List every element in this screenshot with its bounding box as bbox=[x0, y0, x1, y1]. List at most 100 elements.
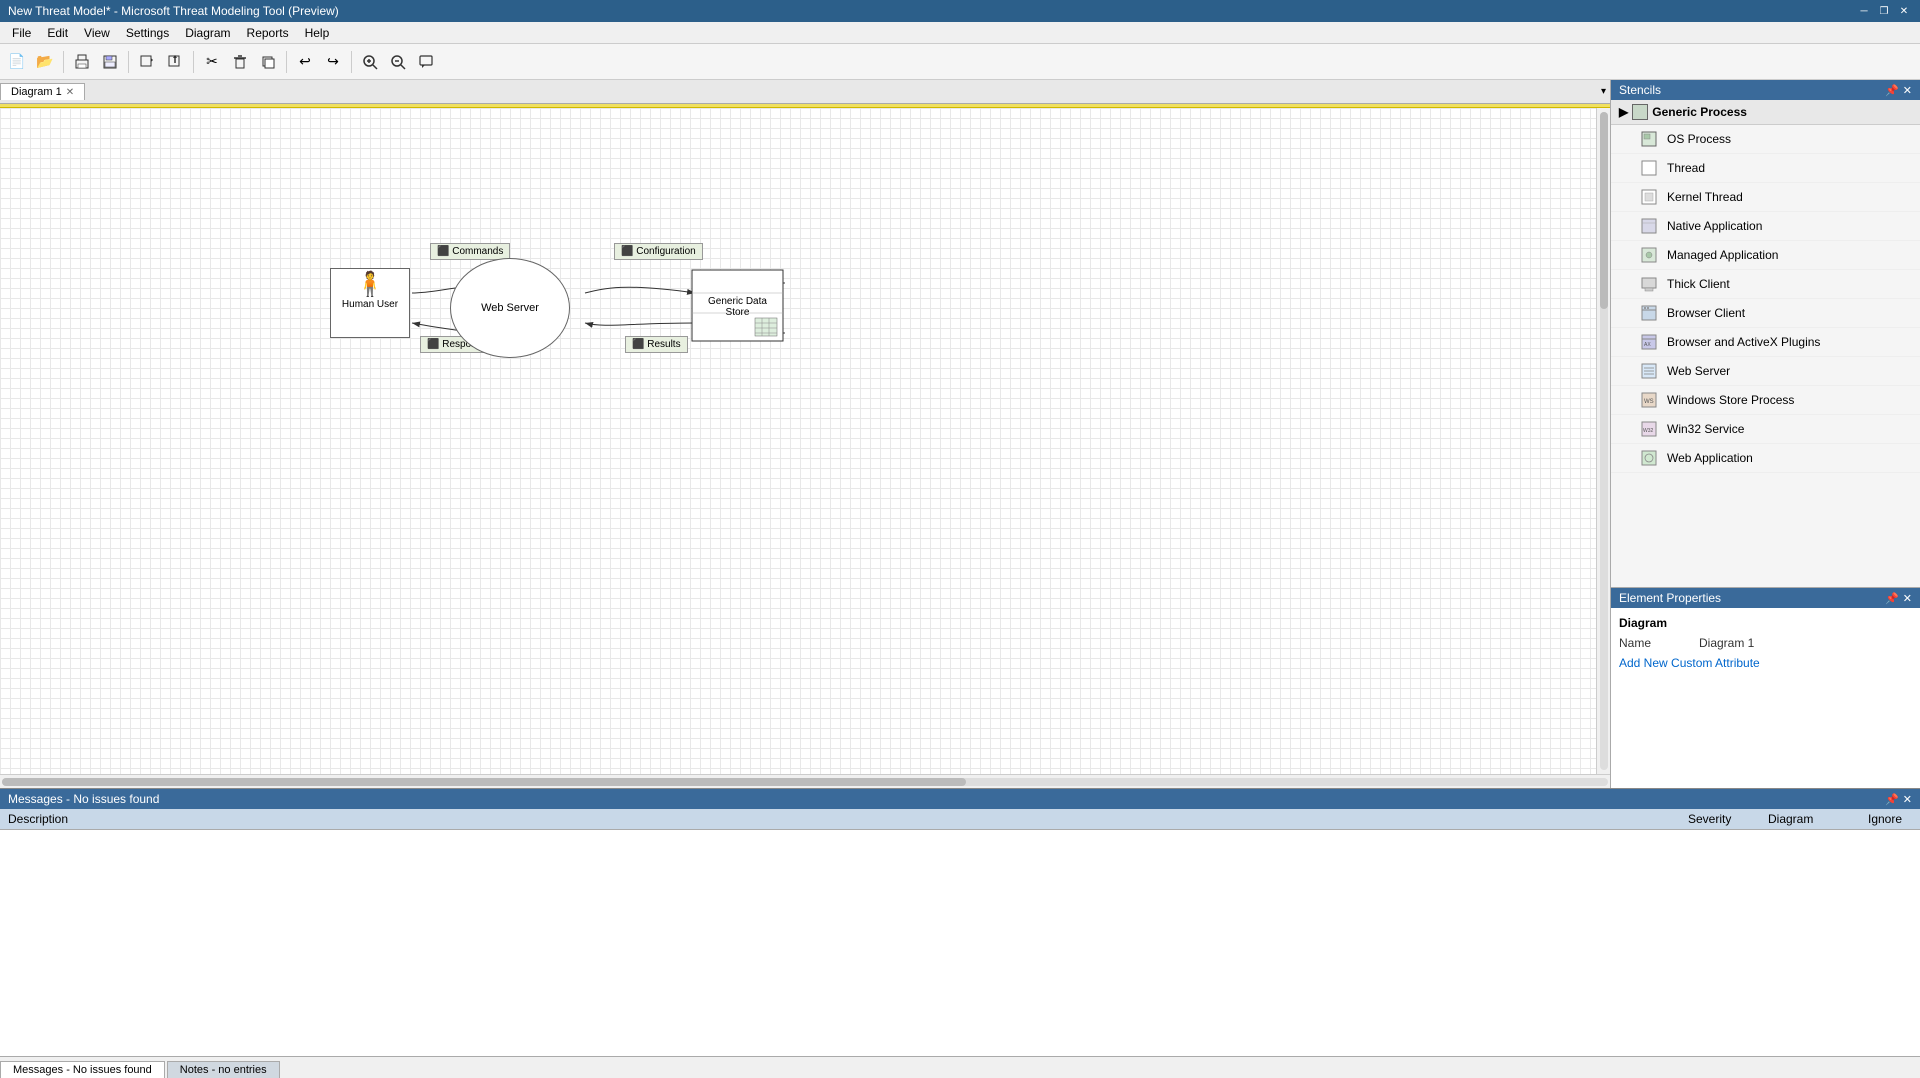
menu-diagram[interactable]: Diagram bbox=[177, 24, 238, 42]
data-store-element[interactable]: Generic Data Store bbox=[690, 268, 785, 343]
stencil-thread[interactable]: Thread bbox=[1611, 154, 1920, 183]
stencil-browser-client[interactable]: Browser Client bbox=[1611, 299, 1920, 328]
messages-content bbox=[0, 830, 1920, 1056]
human-user-element[interactable]: 🧍 Human User bbox=[330, 268, 410, 338]
configuration-flow-label[interactable]: ⬛ Configuration bbox=[614, 243, 703, 260]
close-button[interactable]: ✕ bbox=[1896, 3, 1912, 19]
stencils-panel: Stencils 📌 ✕ ▶ Generic Process bbox=[1611, 80, 1920, 588]
messages-col-ignore: Ignore bbox=[1860, 809, 1920, 829]
bottom-tab-notes[interactable]: Notes - no entries bbox=[167, 1061, 280, 1078]
stencil-webserver-icon bbox=[1639, 361, 1659, 381]
menu-bar: File Edit View Settings Diagram Reports … bbox=[0, 22, 1920, 44]
redo-button[interactable]: ↪ bbox=[320, 49, 346, 75]
canvas-scrollbar-v-track bbox=[1600, 112, 1608, 770]
minimize-button[interactable]: ─ bbox=[1856, 3, 1872, 19]
tab-scroll-arrow[interactable]: ▾ bbox=[1597, 84, 1610, 99]
props-header: Element Properties 📌 ✕ bbox=[1611, 588, 1920, 608]
add-custom-attribute-link[interactable]: Add New Custom Attribute bbox=[1619, 656, 1760, 670]
undo-button[interactable]: ↩ bbox=[292, 49, 318, 75]
messages-col-severity: Severity bbox=[1680, 809, 1760, 829]
content-area: Diagram 1 ✕ ▾ bbox=[0, 80, 1920, 788]
stencils-close-button[interactable]: ✕ bbox=[1903, 84, 1912, 97]
menu-help[interactable]: Help bbox=[297, 24, 338, 42]
stencil-browser-activex[interactable]: AX Browser and ActiveX Plugins bbox=[1611, 328, 1920, 357]
bottom-tabs: Messages - No issues found Notes - no en… bbox=[0, 1056, 1920, 1078]
messages-pin-button[interactable]: 📌 bbox=[1885, 793, 1899, 806]
element-properties-panel: Element Properties 📌 ✕ Diagram Name Diag… bbox=[1611, 588, 1920, 788]
stencil-os-process[interactable]: OS Process bbox=[1611, 125, 1920, 154]
stencil-group-label: Generic Process bbox=[1652, 105, 1747, 119]
delete-button[interactable] bbox=[227, 49, 253, 75]
import-button[interactable] bbox=[134, 49, 160, 75]
copy-image-button[interactable] bbox=[255, 49, 281, 75]
stencils-pin-button[interactable]: 📌 bbox=[1885, 84, 1899, 97]
right-panel: Stencils 📌 ✕ ▶ Generic Process bbox=[1610, 80, 1920, 788]
menu-reports[interactable]: Reports bbox=[239, 24, 297, 42]
cut-button[interactable]: ✂ bbox=[199, 49, 225, 75]
stencil-native-application[interactable]: Native Application bbox=[1611, 212, 1920, 241]
svg-text:WS: WS bbox=[1644, 399, 1654, 405]
canvas-scrollbar-vertical[interactable] bbox=[1596, 108, 1610, 774]
props-pin-button[interactable]: 📌 bbox=[1885, 592, 1899, 605]
stencil-native-label: Native Application bbox=[1667, 219, 1762, 233]
props-close-button[interactable]: ✕ bbox=[1903, 592, 1912, 605]
human-user-label: Human User bbox=[342, 299, 398, 310]
menu-view[interactable]: View bbox=[76, 24, 118, 42]
results-flow-label[interactable]: ⬛ Results bbox=[625, 336, 688, 353]
stencil-win32-service[interactable]: W32 Win32 Service bbox=[1611, 415, 1920, 444]
stencil-web-server[interactable]: Web Server bbox=[1611, 357, 1920, 386]
tab-diagram1[interactable]: Diagram 1 ✕ bbox=[0, 83, 85, 100]
zoom-in-button[interactable] bbox=[357, 49, 383, 75]
stencil-thick-client[interactable]: Thick Client bbox=[1611, 270, 1920, 299]
print-button[interactable] bbox=[69, 49, 95, 75]
restore-button[interactable]: ❐ bbox=[1876, 3, 1892, 19]
stencil-thick-label: Thick Client bbox=[1667, 277, 1730, 291]
stencil-managed-application[interactable]: Managed Application bbox=[1611, 241, 1920, 270]
tab-close-diagram1[interactable]: ✕ bbox=[66, 87, 74, 98]
messages-header-controls: 📌 ✕ bbox=[1885, 793, 1912, 806]
export-button[interactable] bbox=[162, 49, 188, 75]
stencil-winstore-label: Windows Store Process bbox=[1667, 393, 1794, 407]
new-button[interactable]: 📄 bbox=[4, 49, 30, 75]
title-bar: New Threat Model* - Microsoft Threat Mod… bbox=[0, 0, 1920, 22]
zoom-out-button[interactable] bbox=[385, 49, 411, 75]
stencil-browser-label: Browser Client bbox=[1667, 306, 1745, 320]
messages-close-button[interactable]: ✕ bbox=[1903, 793, 1912, 806]
stencils-title: Stencils bbox=[1619, 83, 1661, 97]
menu-file[interactable]: File bbox=[4, 24, 39, 42]
bottom-tab-messages[interactable]: Messages - No issues found bbox=[0, 1061, 165, 1078]
canvas-scrollbar-horizontal[interactable] bbox=[0, 774, 1610, 788]
stencil-group-generic-process[interactable]: ▶ Generic Process bbox=[1611, 100, 1920, 125]
stencil-windows-store[interactable]: WS Windows Store Process bbox=[1611, 386, 1920, 415]
main-layout: Diagram 1 ✕ ▾ bbox=[0, 80, 1920, 1078]
stencils-header: Stencils 📌 ✕ bbox=[1611, 80, 1920, 100]
saveas-button[interactable] bbox=[97, 49, 123, 75]
responses-icon: ⬛ bbox=[427, 339, 439, 350]
open-button[interactable]: 📂 bbox=[32, 49, 58, 75]
comment-button[interactable] bbox=[413, 49, 439, 75]
stencil-thread-icon bbox=[1639, 158, 1659, 178]
props-name-value: Diagram 1 bbox=[1699, 636, 1912, 650]
menu-settings[interactable]: Settings bbox=[118, 24, 177, 42]
web-server-element[interactable]: Web Server bbox=[450, 258, 570, 358]
stencil-webapp-icon bbox=[1639, 448, 1659, 468]
messages-title: Messages - No issues found bbox=[8, 792, 159, 806]
menu-edit[interactable]: Edit bbox=[39, 24, 76, 42]
stencil-web-application[interactable]: Web Application bbox=[1611, 444, 1920, 473]
stencil-webapp-label: Web Application bbox=[1667, 451, 1753, 465]
messages-header: Messages - No issues found 📌 ✕ bbox=[0, 789, 1920, 809]
commands-flow-label[interactable]: ⬛ Commands bbox=[430, 243, 510, 260]
canvas[interactable]: 🧍 Human User ⬛ Commands ⬛ Responses bbox=[0, 108, 1596, 774]
human-user-icon: 🧍 bbox=[355, 273, 385, 297]
props-name-row: Name Diagram 1 bbox=[1619, 636, 1912, 650]
stencil-native-icon bbox=[1639, 216, 1659, 236]
tab-diagram1-label: Diagram 1 bbox=[11, 86, 62, 98]
stencil-browser-icon bbox=[1639, 303, 1659, 323]
canvas-inner: 🧍 Human User ⬛ Commands ⬛ Responses bbox=[0, 108, 1610, 774]
stencil-os-label: OS Process bbox=[1667, 132, 1731, 146]
title-bar-controls: ─ ❐ ✕ bbox=[1856, 3, 1912, 19]
stencil-kernel-thread[interactable]: Kernel Thread bbox=[1611, 183, 1920, 212]
canvas-scrollbar-v-thumb[interactable] bbox=[1600, 112, 1608, 309]
canvas-scrollbar-h-thumb[interactable] bbox=[2, 778, 966, 786]
stencil-thread-label: Thread bbox=[1667, 161, 1705, 175]
